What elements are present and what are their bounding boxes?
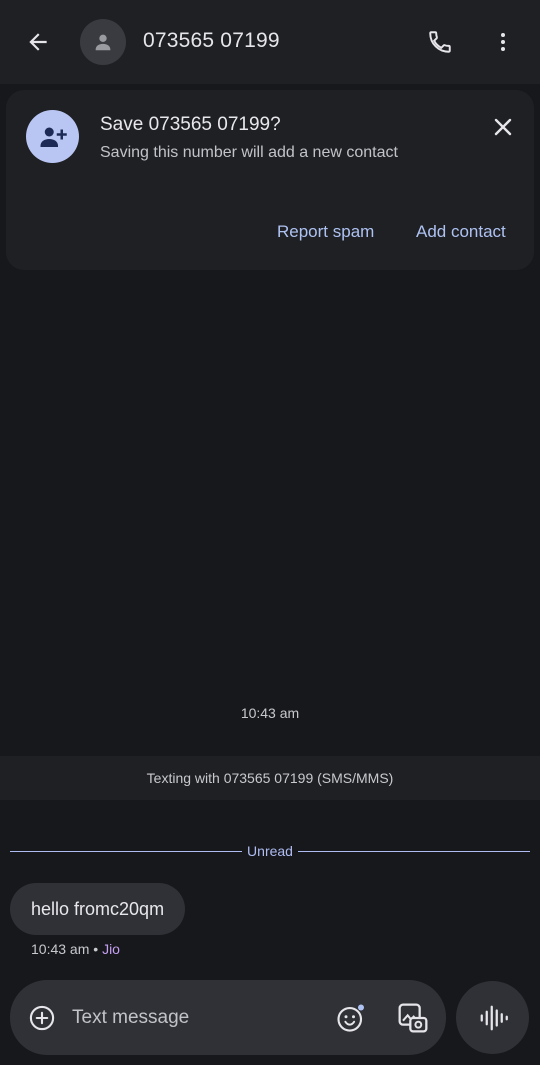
call-button[interactable]	[420, 22, 460, 62]
message-input[interactable]	[72, 1002, 312, 1034]
more-options-button[interactable]	[483, 22, 523, 62]
texting-with-banner: Texting with 073565 07199 (SMS/MMS)	[0, 756, 540, 800]
emoji-button[interactable]	[334, 1001, 368, 1035]
top-app-bar: 073565 07199	[0, 0, 540, 84]
save-contact-card: Save 073565 07199? Saving this number wi…	[6, 90, 534, 270]
divider-line	[10, 850, 243, 852]
gallery-button[interactable]	[395, 1000, 431, 1036]
arrow-back-icon	[29, 33, 47, 51]
close-icon	[494, 118, 512, 136]
dismiss-card-button[interactable]	[486, 110, 520, 144]
message-carrier: Jio	[102, 941, 120, 957]
voice-message-button[interactable]	[456, 981, 529, 1054]
more-vert-icon	[501, 33, 505, 51]
add-circle-icon	[29, 1005, 55, 1031]
phone-icon	[429, 31, 451, 53]
meta-separator: •	[93, 941, 99, 957]
message-time: 10:43 am	[31, 941, 90, 957]
attach-button[interactable]	[26, 1002, 58, 1034]
message-composer	[10, 980, 446, 1055]
contact-avatar[interactable]	[80, 19, 126, 65]
voice-waveform-icon	[480, 1005, 508, 1030]
conversation-title[interactable]: 073565 07199	[143, 29, 280, 53]
unread-label: Unread	[247, 843, 293, 859]
incoming-message-bubble[interactable]: hello fromc20qm	[10, 883, 186, 935]
person-icon	[95, 34, 111, 51]
save-contact-title: Save 073565 07199?	[100, 114, 281, 135]
gallery-icon	[398, 1003, 428, 1033]
person-add-icon	[40, 127, 67, 147]
message-text: hello fromc20qm	[31, 898, 165, 919]
report-spam-button[interactable]: Report spam	[277, 222, 374, 242]
add-contact-button[interactable]: Add contact	[416, 222, 506, 242]
save-contact-avatar	[26, 110, 79, 163]
back-button[interactable]	[18, 22, 58, 62]
emoji-icon	[337, 1004, 364, 1032]
divider-line	[297, 850, 531, 852]
save-contact-subtitle: Saving this number will add a new contac…	[100, 144, 398, 161]
unread-divider: Unread	[10, 840, 531, 862]
message-meta: 10:43 am • Jio	[31, 941, 120, 957]
conversation-timestamp: 10:43 am	[240, 705, 300, 721]
